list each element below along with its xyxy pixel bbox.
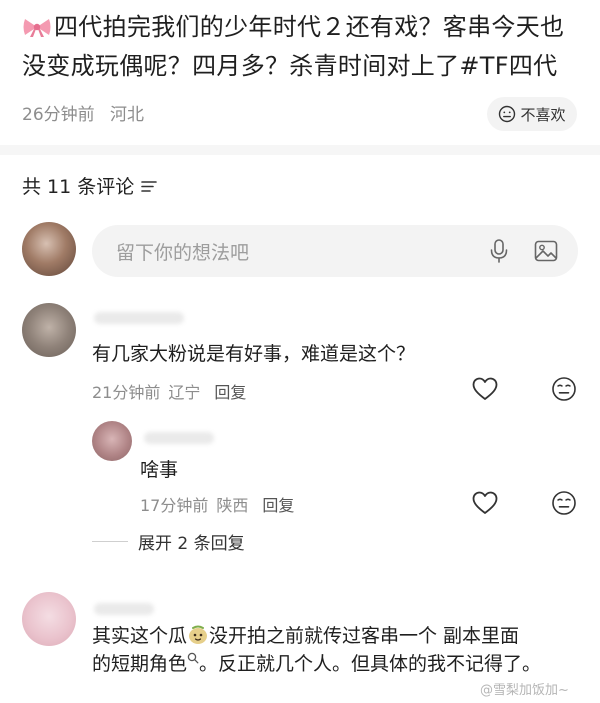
comment-text: 其实这个瓜 没开拍之前就传过客串一个 副本里面 的短期角色 。反正就几个人。但具体… [92,622,582,678]
dislike-label: 不喜欢 [520,105,566,124]
sort-lines-icon[interactable] [140,178,158,194]
heart-outline-icon[interactable] [471,490,499,516]
comment-input-placeholder: 留下你的想法吧 [116,242,250,264]
comment-input[interactable]: 留下你的想法吧 [92,225,578,277]
search-icon[interactable] [187,652,199,664]
watermark: @雪梨加饭加~ [480,683,569,698]
reply-time: 17分钟前 [140,496,209,515]
post-meta: 26分钟前 河北 [22,100,144,125]
comment-text: 有几家大粉说是有好事，难道是这个？ [92,343,416,365]
microphone-icon[interactable] [488,238,510,264]
reply-avatar[interactable] [92,421,132,461]
comment-time: 21分钟前 [92,383,161,402]
image-icon[interactable] [533,238,559,264]
user-avatar[interactable] [22,222,76,276]
reply-author-name-blurred[interactable] [144,432,214,444]
comments-count-label: 共 11 条评论 [22,176,135,198]
comment-text-part: 没开拍之前就传过客串一个 副本里面 [209,625,520,647]
comment-text-part: 的短期角色 [92,653,188,675]
reply-meta: 17分钟前 陕西 回复 [140,492,302,516]
comment-text-part: 。反正就几个人。但具体的我不记得了。 [199,653,542,675]
comment-author-name-blurred[interactable] [94,312,184,324]
post-location: 河北 [110,105,145,125]
dislike-button[interactable]: 不喜欢 [487,97,577,131]
comment-location: 辽宁 [168,383,201,402]
post-content: 四代拍完我们的少年时代２还有戏？客串今天也没变成玩偶呢？四月多？杀青时间对上了#… [22,13,565,80]
comment-avatar[interactable] [22,592,76,646]
neutral-face-icon [499,105,516,123]
comments-count[interactable]: 共 11 条评论 [22,172,158,199]
reply-button[interactable]: 回复 [214,383,246,402]
comment-avatar[interactable] [22,303,76,357]
post-time: 26分钟前 [22,105,95,125]
melon-face-emoji-icon [189,625,208,644]
post-text: 四代拍完我们的少年时代２还有戏？客串今天也没变成玩偶呢？四月多？杀青时间对上了#… [22,8,582,86]
meh-face-icon[interactable] [551,376,577,402]
section-divider [0,145,600,155]
comment-author-name-blurred[interactable] [94,603,154,615]
heart-outline-icon[interactable] [471,376,499,402]
comment-meta: 21分钟前 辽宁 回复 [92,379,254,403]
reply-location: 陕西 [216,496,249,515]
reply-text: 啥事 [140,459,179,481]
meh-face-icon[interactable] [551,490,577,516]
comment-text-part: 其实这个瓜 [92,625,188,647]
reply-button[interactable]: 回复 [262,496,294,515]
expand-replies-button[interactable]: 展开 2 条回复 [92,529,245,554]
ribbon-bow-icon [23,19,51,37]
expand-replies-label: 展开 2 条回复 [138,534,245,554]
expand-divider-line [92,541,128,542]
